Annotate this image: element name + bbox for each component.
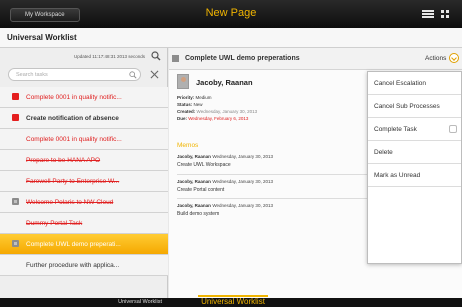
priority-flag-icon [12,114,19,121]
task-label: Complete UWL demo preperati... [26,241,121,248]
menu-item-cancel-escalation[interactable]: Cancel Escalation [368,72,461,95]
status-row: Status: New [177,102,203,107]
person-name: Jacoby, Raanan [196,78,253,87]
menu-item-complete-task[interactable]: Complete Task [368,118,461,141]
updated-timestamp: Updated 11:17:48:31 2013 seconds [74,54,145,59]
bottom-bar-label: Universal Worklist [118,299,162,305]
priority-label: Priority: [177,95,195,100]
task-label: Farewell Party to Enterprise W... [26,178,120,185]
worklist-header: Universal Worklist [0,28,462,48]
menu-item-label: Complete Task [374,126,417,133]
menu-item-cancel-sub-processes[interactable]: Cancel Sub Processes [368,95,461,118]
memo-date: Wednesday, January 30, 2013 [212,154,273,159]
menu-item-mark-as-unread[interactable]: Mark as Unread [368,164,461,187]
task-type-icon [172,55,179,62]
task-label: Create notification of absence [26,115,119,122]
due-value: Wednesday, February 6, 2013 [188,116,249,121]
list-item[interactable]: Dummy Portal Task [0,213,168,234]
task-label: Prepare to be HANA APO [26,157,101,164]
memo-date: Wednesday, January 30, 2013 [212,179,273,184]
priority-row: Priority: Medium [177,95,212,100]
memo-author: Jacoby, Raanan [177,179,211,184]
priority-value: Medium [195,95,212,100]
list-item[interactable]: Complete 0001 in quality notific... [0,129,168,150]
task-type-icon [12,240,19,247]
menu-item-label: Cancel Sub Processes [374,103,440,110]
list-item[interactable]: Prepare to be HANA APO [0,150,168,171]
tab-universal-worklist[interactable]: Universal Worklist [198,295,268,307]
hamburger-menu-icon[interactable] [422,10,434,18]
bottom-bar: Universal Worklist Universal Worklist [0,295,462,307]
task-label: Welcome Polaris to NW Cloud [26,199,114,206]
created-label: Created: [177,109,196,114]
avatar [177,74,189,89]
detail-title: Complete UWL demo preperations [185,55,300,62]
search-placeholder: Search tasks [16,72,48,78]
actions-menu: Cancel Escalation Cancel Sub Processes C… [367,71,462,264]
search-icon[interactable] [129,71,137,79]
task-list: Complete 0001 in quality notific... Crea… [0,87,168,276]
task-label: Complete 0001 in quality notific... [26,136,122,143]
close-icon[interactable] [150,70,159,79]
task-label: Dummy Portal Task [26,220,83,227]
status-label: Status: [177,102,193,107]
priority-flag-icon [12,93,19,100]
list-item-selected[interactable]: Complete UWL demo preperati... [0,234,168,255]
top-bar: My Workspace New Page [0,0,462,28]
menu-item-label: Delete [374,149,393,156]
submenu-icon [449,125,457,133]
memo-author: Jacoby, Raanan [177,154,211,159]
memo-date: Wednesday, January 30, 2013 [212,203,273,208]
task-label: Further procedure with applica... [26,262,120,269]
menu-item-delete[interactable]: Delete [368,141,461,164]
search-input[interactable]: Search tasks [8,68,141,81]
chevron-down-icon[interactable] [449,53,459,63]
task-list-pane: Updated 11:17:48:31 2013 seconds Search … [0,48,168,298]
due-label: Due: [177,116,187,121]
created-row: Created: Wednesday, January 30, 2013 [177,109,257,114]
menu-item-label: Cancel Escalation [374,80,427,87]
page-title: New Page [205,7,257,19]
worklist-title: Universal Worklist [7,33,77,42]
actions-button[interactable]: Actions [425,55,446,62]
memos-heading: Memos [177,142,199,149]
list-item[interactable]: Farewell Party to Enterprise W... [0,171,168,192]
menu-item-label: Mark as Unread [374,172,421,179]
grid-view-icon[interactable] [441,10,449,18]
due-row: Due: Wednesday, February 6, 2013 [177,116,248,121]
status-value: New [193,102,203,107]
list-item[interactable]: Create notification of absence [0,108,168,129]
search-refresh-icon[interactable] [151,51,161,61]
list-item[interactable]: Complete 0001 in quality notific... [0,87,168,108]
task-label: Complete 0001 in quality notific... [26,94,122,101]
task-type-icon [12,198,19,205]
created-value: Wednesday, January 30, 2013 [196,109,258,114]
detail-header: Complete UWL demo preperations Actions [169,48,462,70]
memo-author: Jacoby, Raanan [177,203,211,208]
list-item[interactable]: Further procedure with applica... [0,255,168,276]
list-item[interactable]: Welcome Polaris to NW Cloud [0,192,168,213]
